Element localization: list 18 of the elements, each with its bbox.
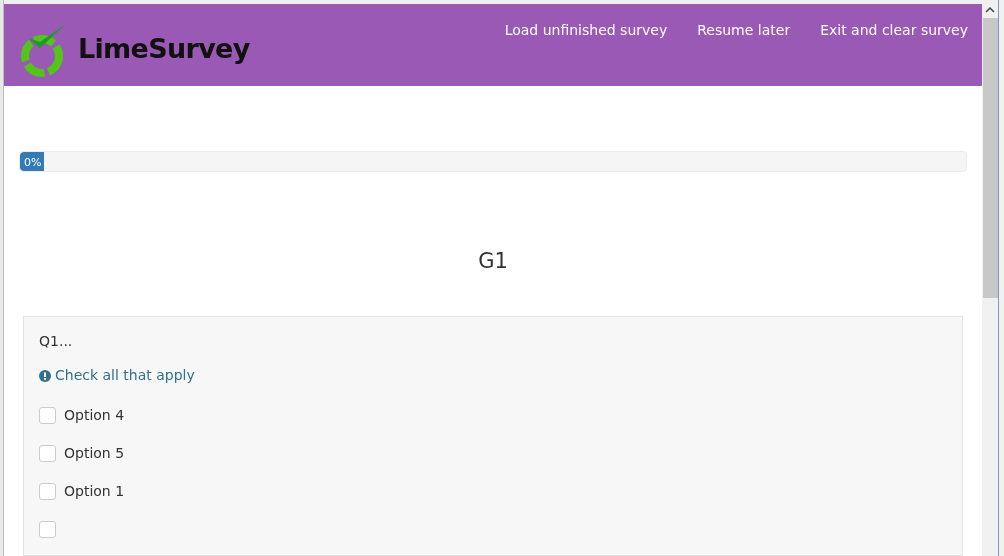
- scrollbar[interactable]: [982, 0, 998, 556]
- nav-link[interactable]: Exit and clear survey: [820, 19, 968, 41]
- question-title: Q1...: [39, 332, 74, 351]
- checkbox[interactable]: [39, 406, 56, 424]
- option-label[interactable]: Option 1: [64, 480, 125, 502]
- option-label[interactable]: Option 5: [64, 442, 125, 464]
- logo-text: LimeSurvey: [78, 32, 250, 67]
- scroll-thumb[interactable]: [982, 18, 998, 298]
- hint-text: Check all that apply: [55, 366, 195, 385]
- nav-link[interactable]: Load unfinished survey: [504, 19, 668, 41]
- checkbox[interactable]: [39, 444, 56, 462]
- checkbox[interactable]: [39, 520, 56, 538]
- option-label[interactable]: Option 4: [64, 404, 125, 426]
- nav-link[interactable]: Resume later: [697, 19, 791, 41]
- checkbox[interactable]: [39, 482, 56, 500]
- alert-icon: [39, 369, 51, 382]
- group-title: G1: [477, 247, 509, 275]
- progress-fill: 0%: [20, 152, 45, 172]
